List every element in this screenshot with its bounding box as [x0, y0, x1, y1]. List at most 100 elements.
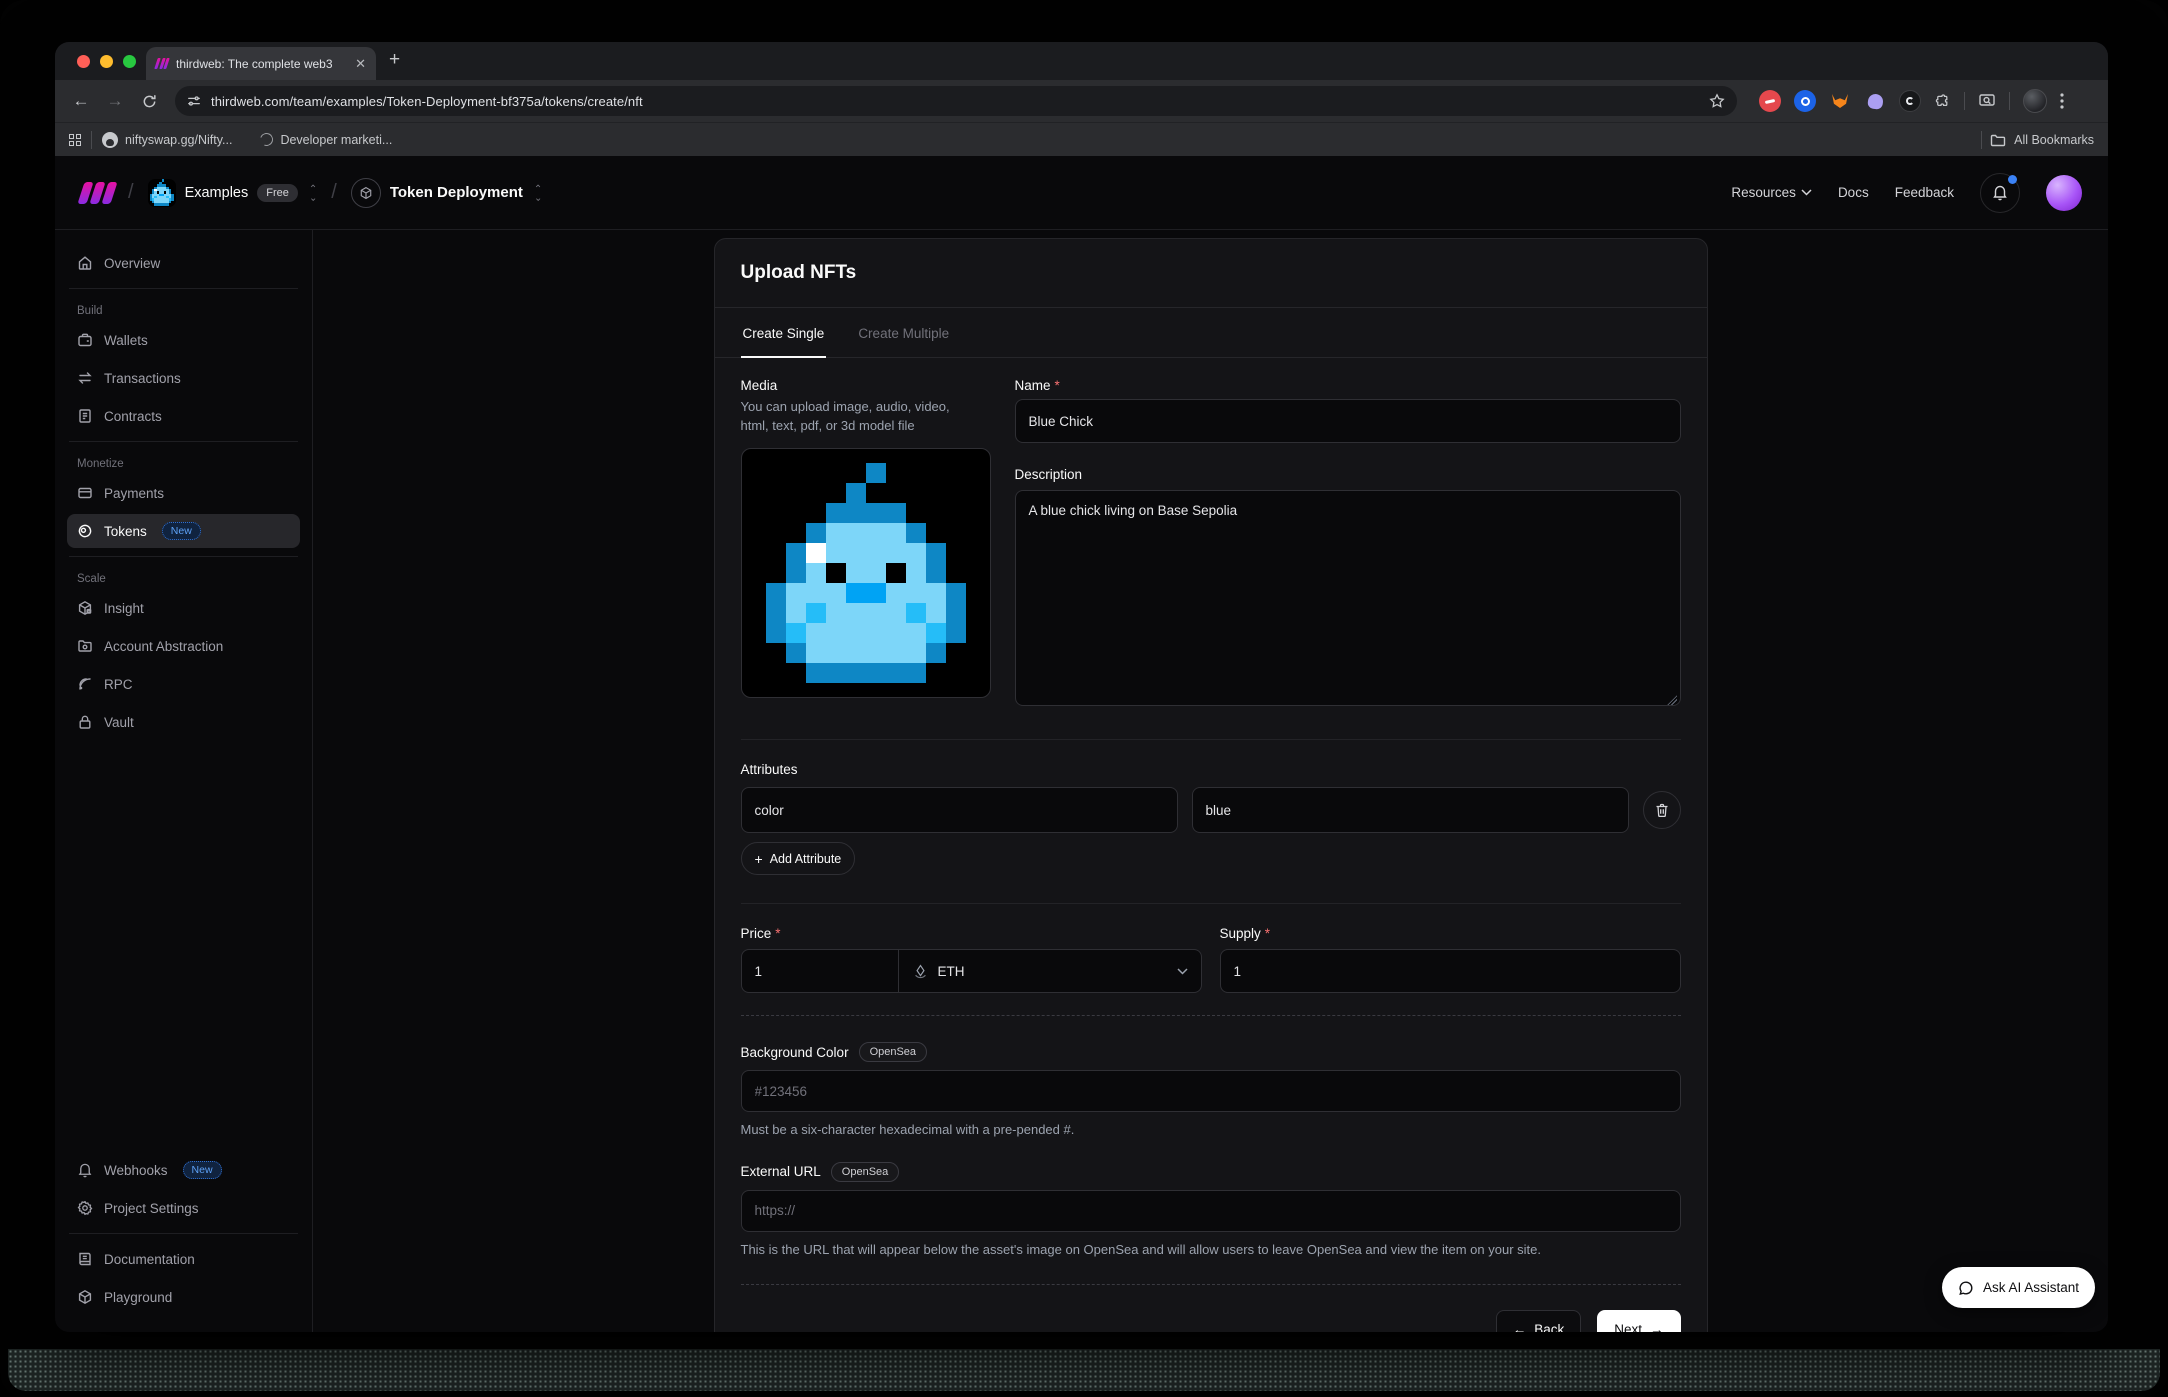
currency-select[interactable]: ETH: [899, 949, 1202, 993]
plus-icon: +: [755, 851, 763, 867]
forward-icon[interactable]: →: [101, 87, 129, 115]
extension-dark-icon[interactable]: [1899, 90, 1921, 112]
team-switcher-chevrons-icon[interactable]: ⌃⌃: [309, 187, 317, 198]
user-avatar[interactable]: [2046, 175, 2082, 211]
main-content: Upload NFTs Create Single Create Multipl…: [312, 230, 2108, 1332]
supply-label-text: Supply: [1220, 926, 1261, 941]
chevron-down-icon: [1177, 968, 1188, 975]
sidebar-item-insight[interactable]: Insight: [67, 591, 300, 625]
back-button[interactable]: ← Back: [1496, 1310, 1582, 1332]
required-asterisk: *: [1265, 926, 1270, 941]
extension-blue-icon[interactable]: [1794, 90, 1816, 112]
price-input[interactable]: [741, 949, 899, 993]
breadcrumb-team[interactable]: Examples Free ⌃⌃: [148, 179, 318, 207]
browser-tab[interactable]: thirdweb: The complete web3 ✕: [146, 47, 376, 80]
media-section: Media You can upload image, audio, video…: [741, 378, 1681, 711]
ask-ai-assistant-button[interactable]: Ask AI Assistant: [1942, 1267, 2095, 1308]
sidebar-item-label: Contracts: [104, 409, 162, 424]
attribute-value-input[interactable]: [1192, 787, 1629, 833]
reload-icon[interactable]: [135, 87, 163, 115]
sidebar-item-contracts[interactable]: Contracts: [67, 399, 300, 433]
extensions-puzzle-icon[interactable]: [1934, 93, 1951, 110]
phantom-extension-icon[interactable]: [1864, 90, 1886, 112]
metamask-extension-icon[interactable]: [1829, 90, 1851, 112]
chevron-down-icon: [1801, 189, 1812, 196]
external-url-input[interactable]: [741, 1190, 1681, 1232]
resources-menu[interactable]: Resources: [1731, 185, 1812, 200]
delete-attribute-button[interactable]: [1643, 791, 1681, 829]
resources-label: Resources: [1731, 185, 1796, 200]
desktop-wallpaper: [8, 1349, 2160, 1391]
sidebar-section-build: Build: [67, 297, 300, 323]
sidebar-item-wallets[interactable]: Wallets: [67, 323, 300, 357]
price-label-text: Price: [741, 926, 772, 941]
docs-label: Docs: [1838, 185, 1869, 200]
toolbar-separator: [2009, 92, 2010, 110]
sidebar-item-vault[interactable]: Vault: [67, 705, 300, 739]
sidebar-item-playground[interactable]: Playground: [67, 1280, 300, 1314]
plan-badge: Free: [257, 184, 298, 202]
close-window-button[interactable]: [77, 55, 90, 68]
project-switcher-chevrons-icon[interactable]: ⌃⌃: [534, 187, 542, 198]
currency-value: ETH: [938, 964, 965, 979]
site-settings-icon[interactable]: [187, 94, 201, 108]
browser-toolbar: ← → thirdweb.com/team/examples/Token-Dep…: [55, 80, 2108, 122]
sidebar-section-monetize: Monetize: [67, 450, 300, 476]
sidebar-item-rpc[interactable]: RPC: [67, 667, 300, 701]
sidebar-item-transactions[interactable]: Transactions: [67, 361, 300, 395]
notifications-button[interactable]: [1980, 173, 2020, 213]
window-controls[interactable]: [77, 55, 136, 68]
sidebar-item-tokens[interactable]: Tokens New: [67, 514, 300, 548]
bookmark-item[interactable]: Developer marketi...: [260, 133, 392, 147]
sidebar-item-webhooks[interactable]: Webhooks New: [67, 1153, 300, 1187]
sidebar-item-label: Overview: [104, 256, 160, 271]
sidebar-item-overview[interactable]: Overview: [67, 246, 300, 280]
tab-title: thirdweb: The complete web3: [176, 57, 347, 71]
ask-ai-label: Ask AI Assistant: [1983, 1280, 2079, 1295]
sidebar-item-payments[interactable]: Payments: [67, 476, 300, 510]
docs-link[interactable]: Docs: [1838, 185, 1869, 200]
new-tab-button[interactable]: +: [389, 50, 400, 69]
sidebar-item-documentation[interactable]: Documentation: [67, 1242, 300, 1276]
screen-search-icon[interactable]: [1978, 92, 1996, 110]
next-button[interactable]: Next →: [1597, 1310, 1680, 1332]
address-bar[interactable]: thirdweb.com/team/examples/Token-Deploym…: [175, 86, 1737, 116]
tab-favicon-thirdweb-icon: [156, 58, 168, 69]
sidebar-item-project-settings[interactable]: Project Settings: [67, 1191, 300, 1225]
media-column: Media You can upload image, audio, video…: [741, 378, 991, 711]
attribute-name-input[interactable]: [741, 787, 1178, 833]
sidebar-item-label: Documentation: [104, 1252, 195, 1267]
sidebar-item-account-abstraction[interactable]: Account Abstraction: [67, 629, 300, 663]
apps-grid-icon[interactable]: [69, 134, 81, 146]
all-bookmarks-button[interactable]: All Bookmarks: [1981, 131, 2094, 149]
browser-menu-icon[interactable]: [2060, 93, 2064, 109]
breadcrumb-project[interactable]: Token Deployment ⌃⌃: [351, 178, 542, 208]
supply-input[interactable]: [1220, 949, 1681, 993]
resize-grip-icon[interactable]: [1667, 695, 1677, 705]
url-text[interactable]: thirdweb.com/team/examples/Token-Deploym…: [211, 94, 1699, 109]
sidebar-item-label: Tokens: [104, 524, 147, 539]
tab-create-multiple[interactable]: Create Multiple: [856, 308, 951, 357]
feedback-link[interactable]: Feedback: [1895, 185, 1954, 200]
description-textarea[interactable]: A blue chick living on Base Sepolia: [1015, 490, 1681, 706]
bookmarks-separator: [1981, 131, 1982, 149]
tab-close-icon[interactable]: ✕: [355, 56, 366, 72]
zoom-window-button[interactable]: [123, 55, 136, 68]
name-label-text: Name: [1015, 378, 1051, 393]
tab-create-single[interactable]: Create Single: [741, 308, 827, 357]
extension-red-icon[interactable]: [1759, 90, 1781, 112]
new-badge: New: [162, 522, 201, 540]
sidebar-item-label: Account Abstraction: [104, 639, 223, 654]
name-input[interactable]: [1015, 399, 1681, 443]
thirdweb-logo-icon[interactable]: [81, 182, 114, 204]
back-icon[interactable]: ←: [67, 87, 95, 115]
background-color-input[interactable]: [741, 1070, 1681, 1112]
minimize-window-button[interactable]: [100, 55, 113, 68]
add-attribute-button[interactable]: + Add Attribute: [741, 842, 856, 875]
browser-profile-avatar[interactable]: [2023, 89, 2047, 113]
media-preview[interactable]: [741, 448, 991, 698]
credit-card-icon: [77, 485, 93, 501]
new-badge: New: [183, 1161, 222, 1179]
bookmark-star-icon[interactable]: [1709, 93, 1725, 109]
bookmark-item[interactable]: niftyswap.gg/Nifty...: [102, 132, 232, 148]
